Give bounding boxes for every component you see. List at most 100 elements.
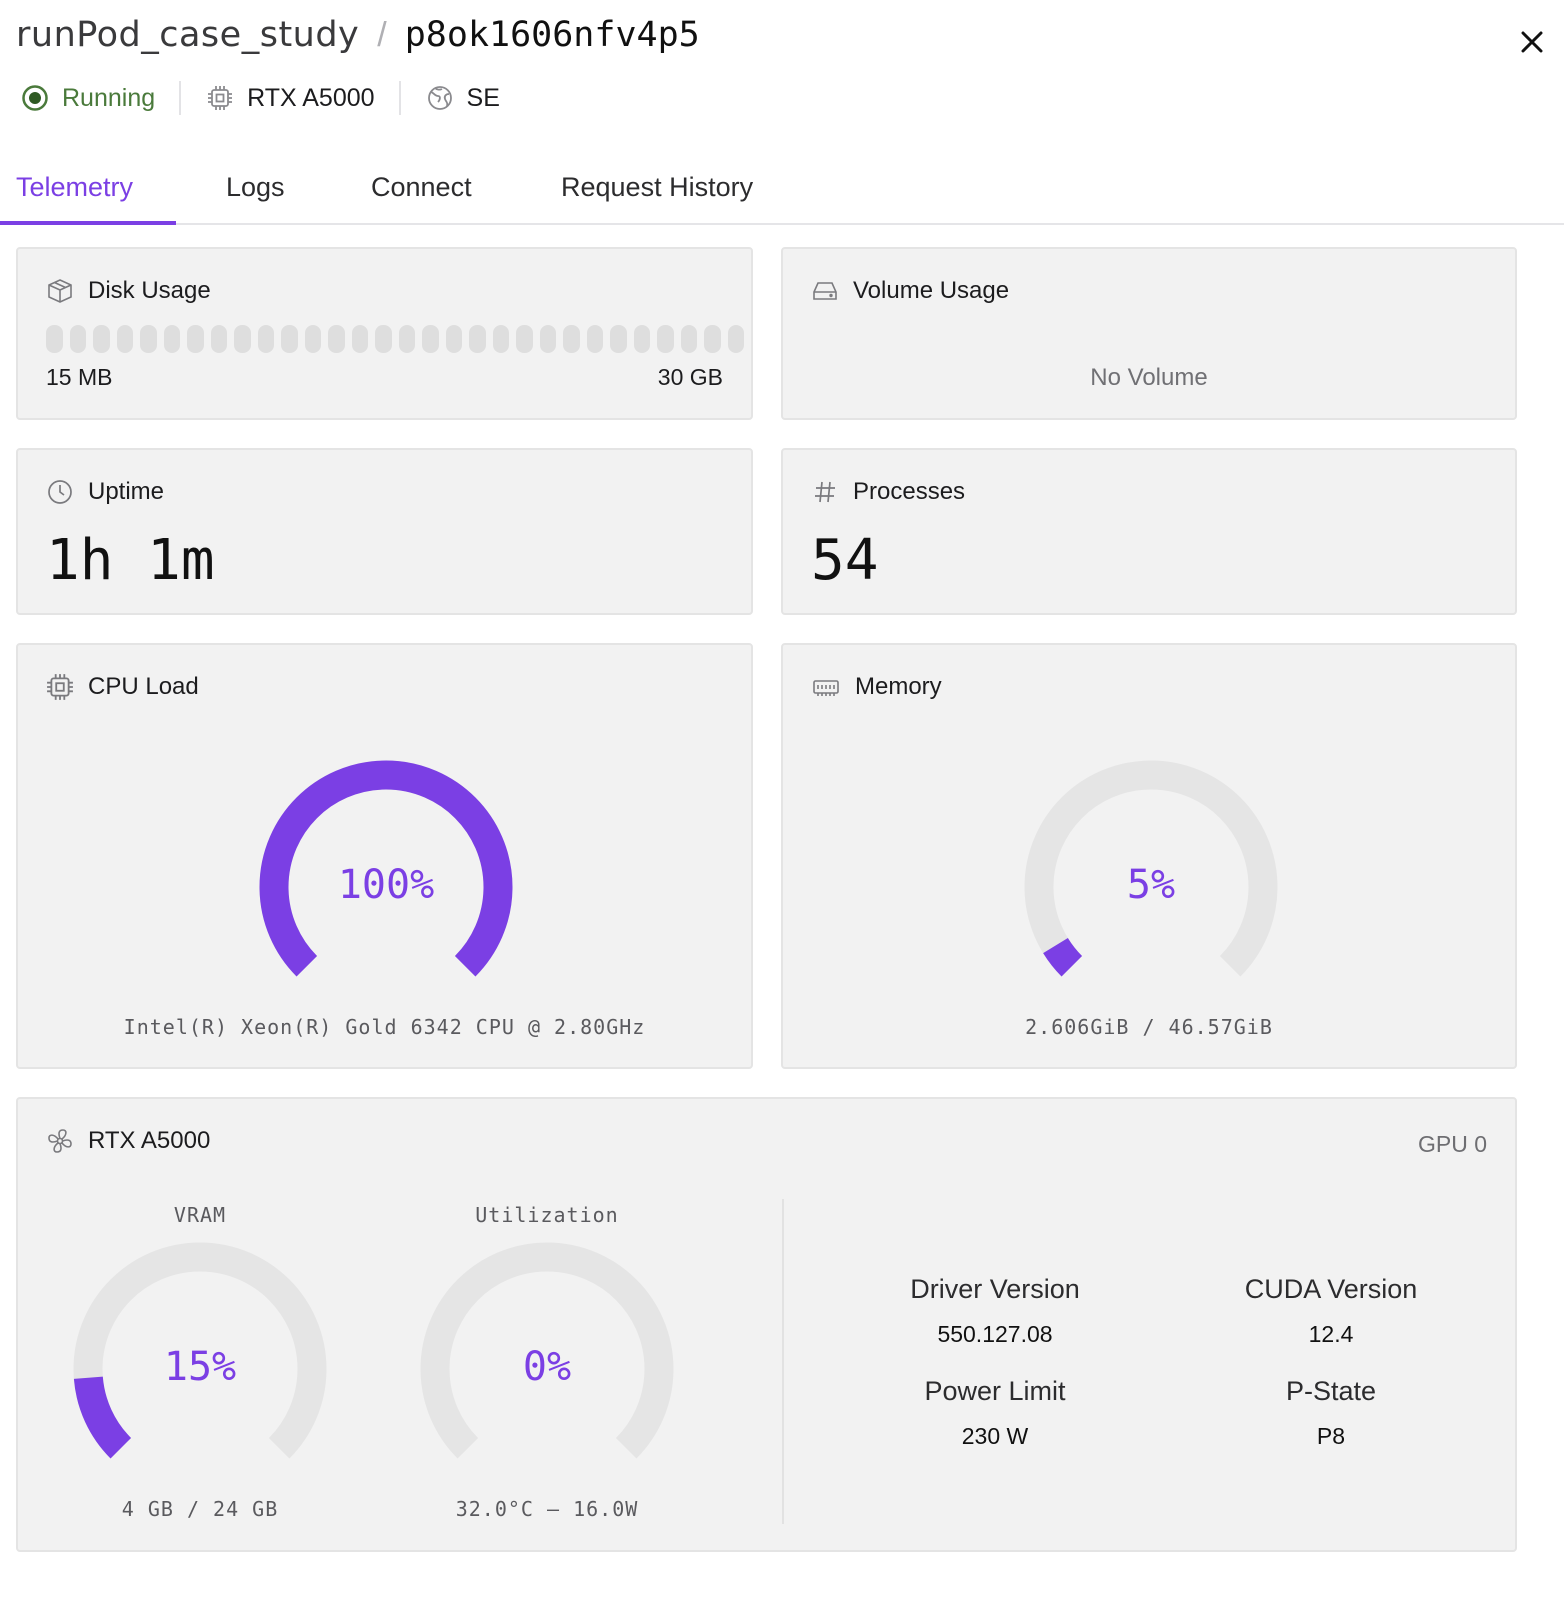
- card-title: Processes: [853, 478, 966, 505]
- memory-icon: [813, 680, 839, 696]
- vram-gauge: 15%: [70, 1239, 330, 1499]
- divider: [398, 81, 401, 115]
- close-button[interactable]: [1512, 22, 1552, 62]
- p-state: P-State P8: [1161, 1376, 1501, 1450]
- disk-bar-segment: [610, 325, 627, 353]
- memory-gauge: 5%: [1021, 757, 1281, 1017]
- memory-percent: 5%: [1126, 862, 1176, 908]
- disk-bar-segment: [351, 325, 368, 353]
- card-header: Processes: [811, 478, 965, 506]
- card-title: RTX A5000: [88, 1127, 211, 1154]
- vram-detail: 4 GB / 24 GB: [121, 1497, 279, 1521]
- cpu-icon: [47, 674, 73, 700]
- card-header: Disk Usage: [46, 277, 211, 305]
- cpu-percent: 100%: [337, 862, 435, 908]
- hard-drive-icon: [813, 282, 837, 300]
- memory-detail: 2.606GiB / 46.57GiB: [1025, 1015, 1273, 1039]
- disk-bar-segment: [539, 325, 556, 353]
- status-label: Running: [62, 83, 156, 112]
- tab-bar: Telemetry Logs Connect Request History: [0, 150, 1564, 225]
- disk-bar-segment: [657, 325, 674, 353]
- gpu-card: RTX A5000 GPU 0 VRAM 15% 4 GB / 24 GB Ut…: [16, 1097, 1517, 1552]
- project-name[interactable]: runPod_case_study: [16, 15, 359, 55]
- clock-icon: [48, 480, 72, 504]
- processes-value: 54: [811, 528, 879, 593]
- divider: [782, 1199, 784, 1524]
- utilization-gauge: 0%: [417, 1239, 677, 1499]
- card-header: RTX A5000: [46, 1127, 210, 1155]
- spec-value: 550.127.08: [937, 1321, 1053, 1347]
- gauge-fill: [1043, 937, 1083, 977]
- disk-bar-segment: [234, 325, 251, 353]
- gpu-type-label: RTX A5000: [247, 83, 375, 112]
- disk-usage-card: Disk Usage 15 MB 30 GB: [16, 247, 753, 420]
- card-header: CPU Load: [46, 673, 199, 701]
- box-icon: [48, 279, 72, 303]
- disk-bar-segment: [633, 325, 650, 353]
- uptime-value: 1h 1m: [46, 528, 215, 593]
- spec-label: Driver Version: [910, 1274, 1080, 1304]
- utilization-detail: 32.0°C – 16.0W: [455, 1497, 639, 1521]
- disk-bar-segment: [328, 325, 345, 353]
- utilization-percent: 0%: [522, 1344, 572, 1390]
- driver-version: Driver Version 550.127.08: [825, 1274, 1165, 1348]
- tab-telemetry[interactable]: Telemetry: [16, 150, 133, 225]
- disk-bar-segment: [516, 325, 533, 353]
- disk-bar-segment: [445, 325, 462, 353]
- running-indicator-icon: [20, 83, 50, 113]
- disk-bar-segment: [398, 325, 415, 353]
- disk-usage-bar: [46, 325, 744, 353]
- card-title: Memory: [855, 673, 942, 700]
- tab-connect[interactable]: Connect: [371, 150, 472, 225]
- card-header: Volume Usage: [811, 277, 1009, 305]
- disk-bar-segment: [210, 325, 227, 353]
- disk-bar-segment: [69, 325, 86, 353]
- status-region: SE: [425, 83, 500, 113]
- disk-bar-segment: [116, 325, 133, 353]
- chip-icon: [205, 83, 235, 113]
- disk-bar-segment: [422, 325, 439, 353]
- cuda-version: CUDA Version 12.4: [1161, 1274, 1501, 1348]
- disk-bar-segment: [469, 325, 486, 353]
- card-title: Disk Usage: [88, 277, 211, 304]
- disk-bar-segment: [563, 325, 580, 353]
- disk-bar-segment: [586, 325, 603, 353]
- status-gpu: RTX A5000: [205, 83, 375, 113]
- disk-bar-segment: [257, 325, 274, 353]
- card-header: Memory: [811, 673, 942, 701]
- cpu-gauge: 100%: [256, 757, 516, 1017]
- close-icon: [1521, 31, 1543, 53]
- tab-request-history[interactable]: Request History: [561, 150, 753, 225]
- spec-label: P-State: [1285, 1376, 1377, 1406]
- spec-value: P8: [1316, 1423, 1346, 1449]
- gpu-index: GPU 0: [1417, 1131, 1487, 1157]
- disk-bar-segment: [187, 325, 204, 353]
- disk-bar-segment: [304, 325, 321, 353]
- disk-bar-segment: [140, 325, 157, 353]
- disk-bar-segment: [93, 325, 110, 353]
- card-header: Uptime: [46, 478, 164, 506]
- title-separator: /: [377, 15, 387, 54]
- vram-label: VRAM: [173, 1203, 227, 1227]
- volume-usage-card: Volume Usage No Volume: [781, 247, 1517, 420]
- disk-bar-segment: [680, 325, 697, 353]
- card-title: Uptime: [88, 478, 165, 505]
- card-title: CPU Load: [88, 673, 199, 700]
- spec-value: 230 W: [961, 1423, 1029, 1449]
- vram-percent: 15%: [163, 1344, 237, 1390]
- divider: [179, 81, 182, 115]
- no-volume-text: No Volume: [1090, 364, 1208, 391]
- disk-bar-segment: [281, 325, 298, 353]
- page-title: runPod_case_study / p8ok1606nfv4p5: [16, 10, 700, 60]
- disk-bar-segment: [375, 325, 392, 353]
- pod-id: p8ok1606nfv4p5: [404, 15, 700, 55]
- disk-bar-segment: [704, 325, 721, 353]
- disk-used-value: 15 MB: [46, 364, 113, 390]
- disk-bar-segment: [727, 325, 744, 353]
- pod-status-bar: Running RTX A5000 SE: [20, 78, 500, 118]
- spec-label: Power Limit: [924, 1376, 1066, 1406]
- cpu-model: Intel(R) Xeon(R) Gold 6342 CPU @ 2.80GHz: [123, 1015, 646, 1039]
- tab-logs[interactable]: Logs: [226, 150, 285, 225]
- memory-card: Memory 5% 2.606GiB / 46.57GiB: [781, 643, 1517, 1069]
- card-title: Volume Usage: [853, 277, 1010, 304]
